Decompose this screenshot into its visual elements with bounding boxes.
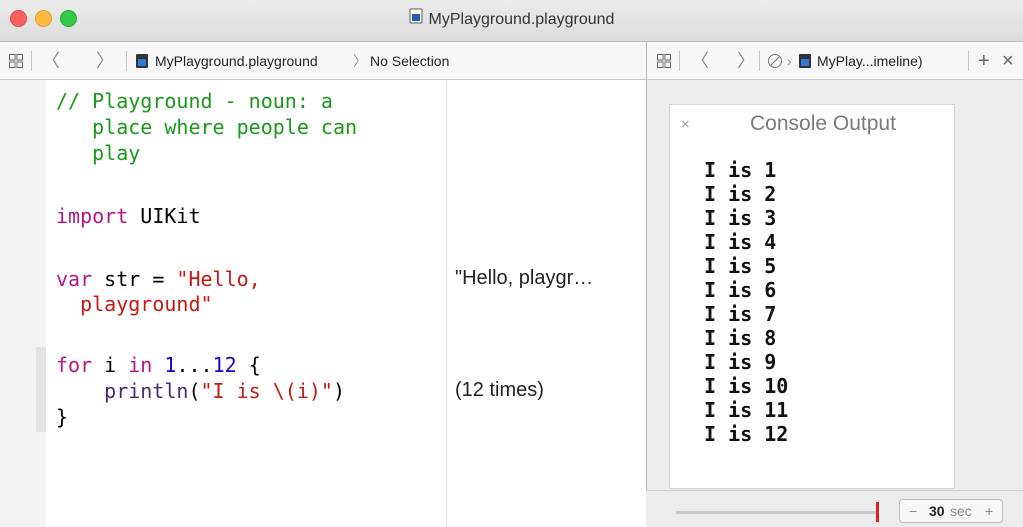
- code-line[interactable]: // Playground - noun: a: [56, 89, 333, 113]
- breadcrumb-separator: ›: [787, 53, 792, 69]
- related-items-grid-icon[interactable]: [657, 54, 671, 68]
- playground-file-icon: [409, 8, 423, 32]
- keyword: in: [128, 353, 153, 377]
- number-literal: 12: [212, 353, 237, 377]
- divider: [679, 51, 680, 71]
- result-value[interactable]: "Hello, playgr…: [455, 267, 593, 290]
- line-gutter: [0, 80, 46, 527]
- code-line[interactable]: import UIKit: [56, 204, 201, 228]
- playground-file-icon: [136, 54, 148, 68]
- results-sidebar: [446, 80, 646, 527]
- console-line: I is 3: [704, 206, 777, 230]
- forward-button[interactable]: 〉: [96, 42, 114, 80]
- brace: }: [56, 405, 69, 429]
- close-console-button[interactable]: ×: [681, 116, 690, 133]
- identifier: str =: [92, 267, 177, 291]
- breadcrumb-selection[interactable]: No Selection: [370, 42, 449, 80]
- gutter-highlight: [36, 347, 46, 432]
- divider: [31, 51, 32, 71]
- assistant-jump-bar: 〈 〉 › MyPlay...imeline) + ×: [646, 42, 1023, 80]
- string-literal: "Hello,: [176, 267, 261, 291]
- console-line: I is 2: [704, 182, 777, 206]
- function-name: println: [104, 379, 189, 403]
- string-literal: playground": [56, 292, 213, 316]
- duration-stepper[interactable]: − 30 sec +: [899, 499, 1003, 523]
- identifier: i: [92, 353, 129, 377]
- back-button[interactable]: 〈: [691, 42, 709, 80]
- related-items-grid-icon[interactable]: [9, 54, 23, 68]
- code-line[interactable]: play: [56, 141, 140, 165]
- console-line: I is 6: [704, 278, 777, 302]
- range-operator: ...: [176, 353, 213, 377]
- comment-text: // Playground - noun: a: [56, 89, 333, 113]
- string-literal: "I is \(i)": [200, 379, 333, 403]
- console-line: I is 9: [704, 350, 777, 374]
- console-line: I is 12: [704, 422, 789, 446]
- number-literal: 1: [152, 353, 177, 377]
- console-line: I is 11: [704, 398, 789, 422]
- assistant-mode-icon[interactable]: [767, 53, 783, 69]
- title-bar: MyPlayground.playground: [0, 0, 1023, 42]
- breadcrumb-separator: 〉: [353, 53, 367, 69]
- code-line[interactable]: playground": [56, 292, 213, 316]
- brace: {: [236, 353, 261, 377]
- back-button[interactable]: 〈: [42, 42, 60, 80]
- decrease-duration-button[interactable]: −: [909, 500, 917, 522]
- console-line: I is 8: [704, 326, 777, 350]
- code-line[interactable]: place where people can: [56, 115, 357, 139]
- close-assistant-button[interactable]: ×: [1002, 42, 1014, 80]
- module-name: UIKit: [128, 204, 201, 228]
- comment-text: play: [56, 141, 141, 165]
- breadcrumb-file[interactable]: MyPlayground.playground: [155, 42, 318, 80]
- window-title: MyPlayground.playground: [428, 11, 615, 29]
- console-line: I is 1: [704, 158, 777, 182]
- breadcrumb-timeline[interactable]: MyPlay...imeline): [817, 42, 923, 80]
- keyword: import: [56, 204, 129, 228]
- keyword: for: [56, 353, 93, 377]
- code-line[interactable]: for i in 1...12 {: [56, 353, 261, 377]
- divider: [759, 51, 760, 71]
- paren: ): [332, 379, 346, 403]
- divider: [126, 51, 127, 71]
- console-line: I is 4: [704, 230, 777, 254]
- code-line[interactable]: }: [56, 405, 68, 429]
- comment-text: place where people can: [56, 115, 358, 139]
- code-line[interactable]: var str = "Hello,: [56, 267, 261, 291]
- window-title-container: MyPlayground.playground: [0, 8, 1023, 32]
- timeline-scrubber[interactable]: [876, 502, 879, 522]
- forward-button[interactable]: 〉: [737, 42, 755, 80]
- editor-jump-bar: 〈 〉 MyPlayground.playground 〉 No Selecti…: [0, 42, 646, 80]
- result-value[interactable]: (12 times): [455, 379, 544, 402]
- console-line: I is 5: [704, 254, 777, 278]
- console-line: I is 10: [704, 374, 789, 398]
- paren: (: [188, 379, 201, 403]
- console-title: Console Output: [750, 112, 896, 135]
- console-line: I is 7: [704, 302, 777, 326]
- divider: [968, 51, 969, 71]
- playground-file-icon: [799, 54, 811, 68]
- keyword: var: [56, 267, 93, 291]
- code-line[interactable]: println("I is \(i)"): [56, 379, 345, 403]
- add-assistant-button[interactable]: +: [978, 42, 990, 80]
- increase-duration-button[interactable]: +: [985, 500, 993, 522]
- timeline-slider[interactable]: [676, 511, 876, 514]
- duration-unit: sec: [950, 503, 972, 519]
- duration-value: 30: [929, 503, 945, 519]
